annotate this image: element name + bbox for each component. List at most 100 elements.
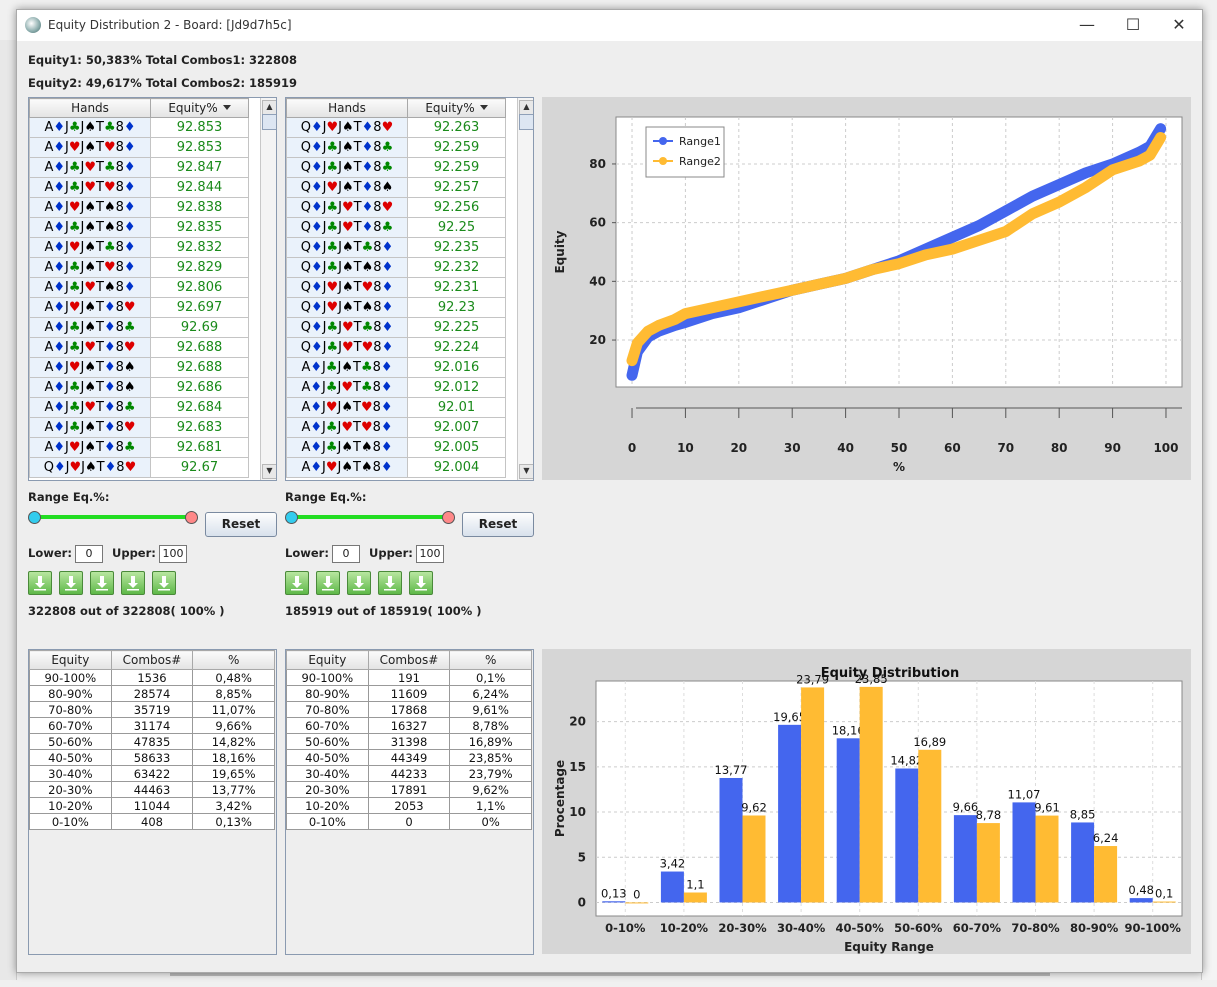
lower-input-2[interactable]: 0	[332, 545, 360, 563]
hand-cell[interactable]: A♦J♥J♠T♠8♦	[286, 457, 408, 478]
table-row[interactable]: 90-100% 191 0,1%	[286, 669, 532, 686]
equity-cell[interactable]: 92.684	[150, 397, 249, 418]
hand-cell[interactable]: A♦J♣J♠T♣8♦	[286, 357, 408, 378]
equity-range-header[interactable]: Equity	[286, 650, 369, 670]
table-row[interactable]: Q♦J♥J♠T♦8♠ 92.257	[286, 177, 506, 198]
hand-cell[interactable]: A♦J♣J♥T♣8♦	[29, 157, 151, 178]
table-row[interactable]: A♦J♥J♠T♠8♦ 92.004	[286, 457, 506, 478]
equity-range-header[interactable]: Equity	[29, 650, 112, 670]
table-row[interactable]: 50-60% 47835 14,82%	[29, 733, 275, 750]
table-row[interactable]: 20-30% 44463 13,77%	[29, 781, 275, 798]
hand-cell[interactable]: A♦J♣J♠T♦8♣	[29, 317, 151, 338]
hand-cell[interactable]: Q♦J♥J♠T♦8♠	[286, 177, 408, 198]
equity-cell[interactable]: 92.844	[150, 177, 249, 198]
equity-cell[interactable]: 92.847	[150, 157, 249, 178]
reset-button-2[interactable]: Reset	[462, 512, 534, 537]
equity-cell[interactable]: 92.259	[407, 137, 506, 158]
table-row[interactable]: A♦J♣J♥T♠8♦ 92.806	[29, 277, 249, 298]
range-slider-upper-knob-1[interactable]	[185, 511, 198, 524]
scroll-down-arrow-icon[interactable]: ▼	[519, 464, 533, 479]
hand-cell[interactable]: A♦J♥J♠T♠8♦	[29, 197, 151, 218]
table-row[interactable]: A♦J♣J♠T♣8♦ 92.016	[286, 357, 506, 378]
hand-cell[interactable]: A♦J♣J♥T♥8♦	[286, 417, 408, 438]
upper-input-2[interactable]: 100	[416, 545, 444, 563]
range-slider-track-2[interactable]	[291, 515, 449, 519]
table-row[interactable]: 80-90% 28574 8,85%	[29, 685, 275, 702]
combos-header[interactable]: Combos#	[367, 650, 451, 670]
table-row[interactable]: 70-80% 35719 11,07%	[29, 701, 275, 718]
table-row[interactable]: Q♦J♣J♠T♦8♣ 92.259	[286, 137, 506, 158]
table-row[interactable]: Q♦J♣J♠T♦8♣ 92.259	[286, 157, 506, 178]
close-button[interactable]: ✕	[1156, 10, 1202, 41]
table-row[interactable]: Q♦J♥J♠T♦8♥ 92.67	[29, 457, 249, 478]
equity-column-header[interactable]: Equity%	[150, 98, 249, 118]
equity-cell[interactable]: 92.806	[150, 277, 249, 298]
scroll-up-arrow-icon[interactable]: ▲	[519, 100, 533, 115]
hand-cell[interactable]: Q♦J♣J♥T♣8♦	[286, 317, 408, 338]
hands-table-2-scrollbar[interactable]: ▲ ▼	[517, 98, 533, 480]
download-arrow-icon[interactable]	[316, 571, 340, 595]
table-row[interactable]: A♦J♣J♠T♦8♣ 92.69	[29, 317, 249, 338]
table-row[interactable]: 80-90% 11609 6,24%	[286, 685, 532, 702]
table-row[interactable]: 60-70% 31174 9,66%	[29, 717, 275, 734]
table-row[interactable]: Q♦J♥J♠T♥8♦ 92.231	[286, 277, 506, 298]
table-row[interactable]: A♦J♣J♥T♥8♦ 92.007	[286, 417, 506, 438]
table-row[interactable]: 0-10% 0 0%	[286, 813, 532, 830]
hand-cell[interactable]: A♦J♣J♠T♦8♥	[29, 417, 151, 438]
table-row[interactable]: A♦J♥J♠T♥8♦ 92.853	[29, 137, 249, 158]
table-row[interactable]: A♦J♣J♥T♥8♦ 92.844	[29, 177, 249, 198]
table-row[interactable]: A♦J♣J♠T♥8♦ 92.829	[29, 257, 249, 278]
table-row[interactable]: A♦J♣J♠T♣8♦ 92.853	[29, 117, 249, 138]
table-row[interactable]: A♦J♣J♠T♠8♦ 92.005	[286, 437, 506, 458]
table-row[interactable]: A♦J♣J♠T♦8♠ 92.686	[29, 377, 249, 398]
table-row[interactable]: 50-60% 31398 16,89%	[286, 733, 532, 750]
hand-cell[interactable]: A♦J♥J♠T♥8♦	[286, 397, 408, 418]
table-row[interactable]: A♦J♥J♠T♥8♦ 92.01	[286, 397, 506, 418]
hand-cell[interactable]: Q♦J♣J♠T♠8♦	[286, 257, 408, 278]
equity-cell[interactable]: 92.69	[150, 317, 249, 338]
equity-cell[interactable]: 92.838	[150, 197, 249, 218]
hand-cell[interactable]: Q♦J♣J♠T♦8♣	[286, 157, 408, 178]
table-row[interactable]: A♦J♣J♠T♠8♦ 92.835	[29, 217, 249, 238]
download-arrow-icon[interactable]	[378, 571, 402, 595]
equity-cell[interactable]: 92.005	[407, 437, 506, 458]
hand-cell[interactable]: A♦J♣J♠T♦8♠	[29, 377, 151, 398]
hand-cell[interactable]: A♦J♥J♠T♥8♦	[29, 137, 151, 158]
hand-cell[interactable]: A♦J♣J♥T♦8♣	[29, 397, 151, 418]
hand-cell[interactable]: Q♦J♣J♠T♦8♣	[286, 137, 408, 158]
equity-cell[interactable]: 92.016	[407, 357, 506, 378]
hand-cell[interactable]: A♦J♣J♠T♠8♦	[286, 437, 408, 458]
table-row[interactable]: 40-50% 44349 23,85%	[286, 749, 532, 766]
scroll-thumb[interactable]	[519, 114, 533, 130]
hand-cell[interactable]: Q♦J♣J♥T♦8♥	[286, 197, 408, 218]
table-row[interactable]: Q♦J♥J♠T♦8♥ 92.263	[286, 117, 506, 138]
equity-cell[interactable]: 92.25	[407, 217, 506, 238]
hand-cell[interactable]: A♦J♣J♠T♥8♦	[29, 257, 151, 278]
hand-cell[interactable]: Q♦J♣J♥T♦8♣	[286, 217, 408, 238]
table-row[interactable]: 70-80% 17868 9,61%	[286, 701, 532, 718]
equity-cell[interactable]: 92.688	[150, 337, 249, 358]
hand-cell[interactable]: Q♦J♣J♥T♥8♦	[286, 337, 408, 358]
table-row[interactable]: 40-50% 58633 18,16%	[29, 749, 275, 766]
table-row[interactable]: A♦J♥J♠T♦8♣ 92.681	[29, 437, 249, 458]
equity-cell[interactable]: 92.686	[150, 377, 249, 398]
hand-cell[interactable]: A♦J♥J♠T♦8♠	[29, 357, 151, 378]
equity-cell[interactable]: 92.23	[407, 297, 506, 318]
download-arrow-icon[interactable]	[59, 571, 83, 595]
equity-cell[interactable]: 92.012	[407, 377, 506, 398]
percent-header[interactable]: %	[449, 650, 532, 670]
hand-cell[interactable]: A♦J♥J♠T♣8♦	[29, 237, 151, 258]
title-bar[interactable]: Equity Distribution 2 - Board: [Jd9d7h5c…	[17, 10, 1202, 41]
download-arrow-icon[interactable]	[28, 571, 52, 595]
equity-cell[interactable]: 92.681	[150, 437, 249, 458]
equity-cell[interactable]: 92.683	[150, 417, 249, 438]
equity-cell[interactable]: 92.832	[150, 237, 249, 258]
scroll-thumb[interactable]	[262, 114, 276, 130]
equity-cell[interactable]: 92.697	[150, 297, 249, 318]
table-row[interactable]: 10-20% 11044 3,42%	[29, 797, 275, 814]
equity-cell[interactable]: 92.853	[150, 137, 249, 158]
equity-cell[interactable]: 92.835	[150, 217, 249, 238]
table-row[interactable]: A♦J♥J♠T♦8♠ 92.688	[29, 357, 249, 378]
table-row[interactable]: 30-40% 63422 19,65%	[29, 765, 275, 782]
equity-cell[interactable]: 92.007	[407, 417, 506, 438]
